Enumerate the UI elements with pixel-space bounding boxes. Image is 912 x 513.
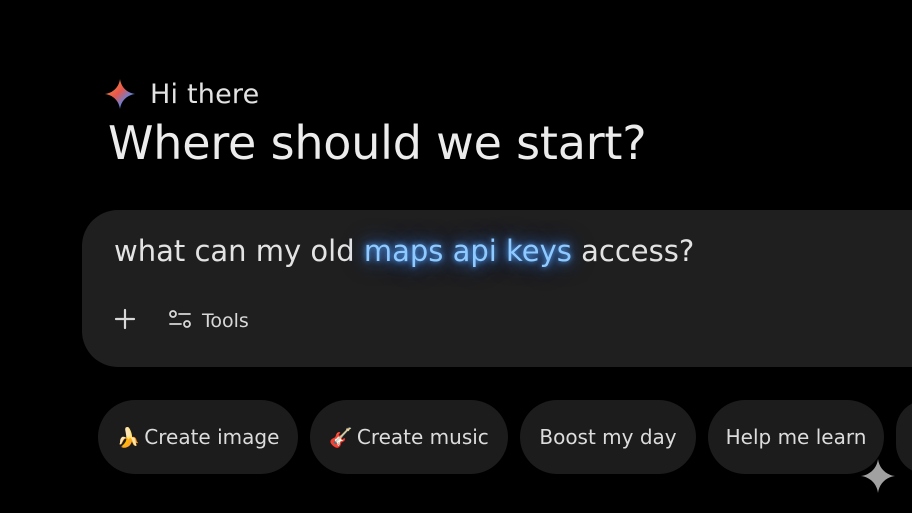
chip-create-music[interactable]: 🎸 Create music <box>310 400 508 474</box>
prompt-text-after: access? <box>571 234 695 268</box>
chip-label: Boost my day <box>539 425 677 449</box>
suggestion-chips: 🍌 Create image 🎸 Create music Boost my d… <box>98 400 912 474</box>
chip-boost-my-day[interactable]: Boost my day <box>520 400 696 474</box>
greeting: Hi there <box>104 78 259 110</box>
banana-icon: 🍌 <box>116 426 141 449</box>
prompt-text-highlight: maps api keys <box>363 234 572 268</box>
guitar-icon: 🎸 <box>329 426 353 449</box>
prompt-input[interactable]: what can my old maps api keys access? <box>114 234 694 268</box>
gemini-spark-icon <box>104 78 136 110</box>
sparkle-watermark-icon <box>860 458 896 498</box>
chip-label: Create music <box>356 425 489 449</box>
add-button[interactable] <box>112 308 138 334</box>
chip-label: Help me learn <box>725 425 867 449</box>
prompt-toolbar: Tools <box>112 308 249 334</box>
tools-button[interactable]: Tools <box>168 308 249 334</box>
prompt-text-before: what can my old <box>114 234 364 268</box>
gemini-home-screen: Hi there Where should we start? what can… <box>0 0 912 513</box>
plus-icon <box>114 308 136 334</box>
greeting-text: Hi there <box>150 78 260 110</box>
chip-label: Create image <box>144 425 280 449</box>
chip-more[interactable] <box>896 400 912 474</box>
sliders-icon <box>168 308 192 334</box>
page-title: Where should we start? <box>108 116 647 170</box>
chip-help-me-learn[interactable]: Help me learn <box>708 400 884 474</box>
tools-label: Tools <box>202 310 249 332</box>
prompt-input-box[interactable]: what can my old maps api keys access? To… <box>82 210 912 367</box>
chip-create-image[interactable]: 🍌 Create image <box>98 400 298 474</box>
